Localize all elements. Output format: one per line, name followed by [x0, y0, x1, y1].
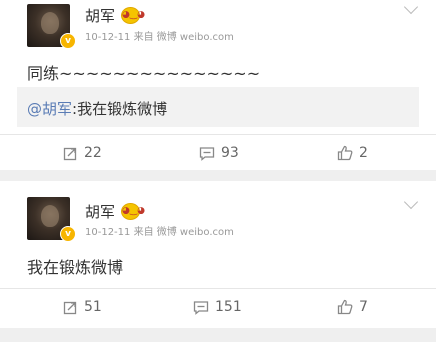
comment-button[interactable]: 93 [199, 135, 239, 171]
post-card: v 胡军 ◕‿◕ 10-12-11 来自 微博 weibo.com 我在锻炼微博… [0, 181, 436, 328]
verified-badge-icon: v [60, 226, 76, 242]
username[interactable]: 胡军 [85, 5, 115, 26]
comment-count: 93 [221, 145, 239, 161]
quoted-post-body: :我在锻炼微博 [72, 100, 168, 118]
quoted-post[interactable]: @胡军:我在锻炼微博 [17, 87, 419, 127]
post-meta: 10-12-11 来自 微博 weibo.com [85, 227, 234, 238]
verified-badge-icon: v [60, 33, 76, 49]
post-card: v 胡军 ◕‿◕ 10-12-11 来自 微博 weibo.com 同练~~~~… [0, 0, 436, 170]
comment-button[interactable]: 151 [193, 289, 242, 325]
like-button[interactable]: 7 [337, 289, 368, 325]
chevron-down-icon[interactable] [403, 0, 419, 15]
repost-count: 22 [84, 145, 102, 161]
username[interactable]: 胡军 [85, 201, 115, 222]
post-text: 同练~~~~~~~~~~~~~~~ [27, 64, 261, 83]
emoji-badge-icon: ◕‿◕ [121, 203, 145, 220]
like-button[interactable]: 2 [337, 135, 368, 171]
quoted-post-text: @胡军:我在锻炼微博 [27, 98, 167, 119]
like-icon [337, 145, 353, 161]
comment-count: 151 [215, 299, 242, 315]
action-bar: 51 151 7 [0, 288, 436, 325]
post-text: 我在锻炼微博 [27, 258, 124, 277]
repost-count: 51 [84, 299, 102, 315]
like-icon [337, 299, 353, 315]
repost-icon [63, 147, 77, 160]
like-count: 2 [359, 145, 368, 161]
comment-icon [193, 300, 209, 315]
comment-icon [199, 146, 215, 161]
repost-button[interactable]: 22 [63, 135, 102, 171]
action-bar: 22 93 2 [0, 134, 436, 171]
repost-icon [63, 301, 77, 314]
emoji-badge-icon: ◕‿◕ [121, 7, 145, 24]
like-count: 7 [359, 299, 368, 315]
mention-link[interactable]: @胡军 [27, 100, 72, 118]
post-meta: 10-12-11 来自 微博 weibo.com [85, 32, 234, 43]
chevron-down-icon[interactable] [403, 194, 419, 210]
repost-button[interactable]: 51 [63, 289, 102, 325]
